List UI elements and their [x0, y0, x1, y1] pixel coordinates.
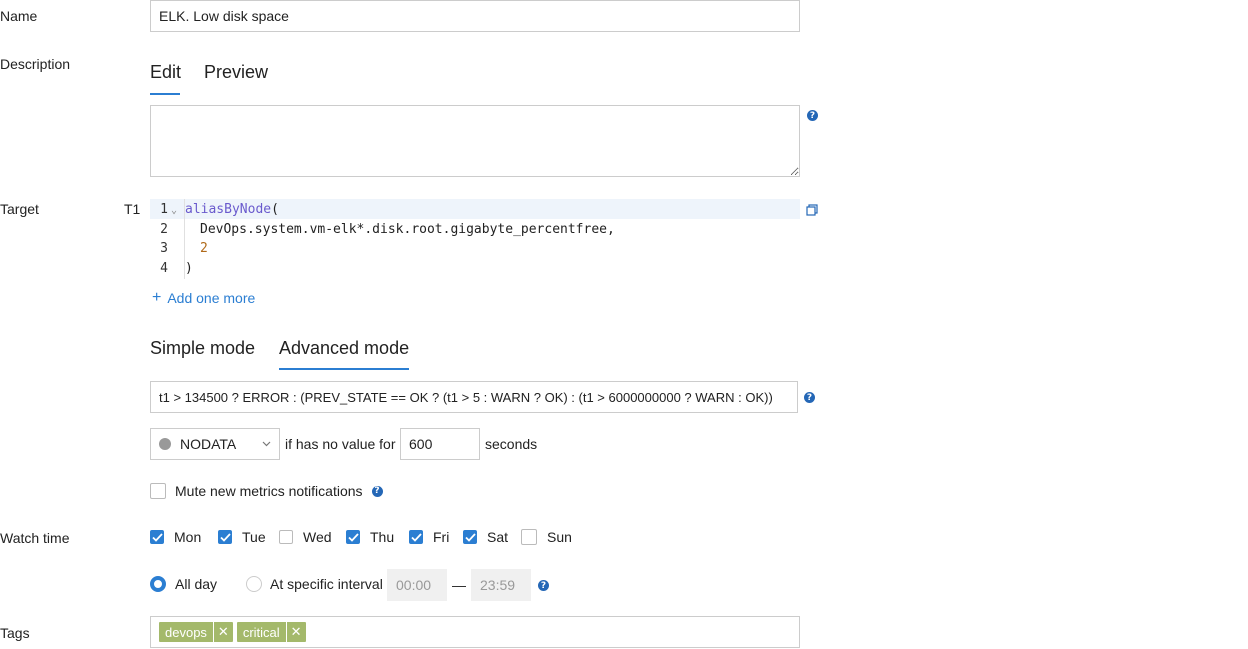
day-label: Sun: [547, 529, 572, 545]
code-line: aliasByNode(: [185, 202, 279, 217]
watch-time-label: Watch time: [0, 530, 70, 546]
day-fri[interactable]: Fri: [409, 529, 449, 545]
code-line: ): [185, 261, 193, 276]
tab-advanced-mode[interactable]: Advanced mode: [279, 338, 409, 359]
nodata-seconds-input[interactable]: 600: [400, 428, 480, 460]
description-textarea[interactable]: [150, 105, 800, 177]
plus-icon: +: [152, 289, 162, 306]
day-checkbox[interactable]: [409, 530, 423, 544]
interval-to-value: 23:59: [480, 577, 516, 593]
specific-interval-label: At specific interval: [270, 576, 383, 592]
mute-checkbox-row[interactable]: Mute new metrics notifications ?: [150, 483, 383, 499]
description-label: Description: [0, 56, 71, 72]
day-label: Tue: [242, 529, 266, 545]
tab-edit-underline: [150, 93, 180, 95]
expression-value: t1 > 134500 ? ERROR : (PREV_STATE == OK …: [159, 389, 773, 405]
nodata-text-before: if has no value for: [285, 436, 396, 452]
fold-chevron-icon[interactable]: ⌄: [171, 205, 177, 216]
mute-help-icon[interactable]: ?: [371, 485, 383, 497]
day-mon[interactable]: Mon: [150, 529, 201, 545]
tag-chip: devops ✕: [159, 622, 233, 642]
add-one-more-link[interactable]: + Add one more: [152, 289, 256, 307]
nodata-state-select[interactable]: NODATA: [150, 428, 280, 460]
copy-icon[interactable]: [806, 203, 818, 219]
tag-remove-icon[interactable]: ✕: [212, 622, 233, 642]
day-sat[interactable]: Sat: [463, 529, 508, 545]
name-input[interactable]: ELK. Low disk space: [150, 0, 800, 32]
tag-remove-icon[interactable]: ✕: [285, 622, 306, 642]
mute-checkbox[interactable]: [150, 483, 166, 499]
day-tue[interactable]: Tue: [218, 529, 266, 545]
day-checkbox[interactable]: [150, 530, 164, 544]
line-number: 1: [160, 202, 168, 217]
nodata-state-value: NODATA: [180, 436, 237, 452]
day-label: Sat: [487, 529, 509, 545]
name-label: Name: [0, 8, 38, 24]
interval-from-value: 00:00: [396, 577, 432, 593]
interval-to-input[interactable]: 23:59: [471, 569, 531, 601]
name-input-value: ELK. Low disk space: [159, 8, 289, 24]
tab-edit[interactable]: Edit: [150, 62, 181, 83]
tags-label: Tags: [0, 625, 30, 641]
tag-label: devops: [165, 624, 207, 640]
day-checkbox[interactable]: [463, 530, 477, 544]
keyword-token: aliasByNode: [185, 202, 272, 217]
day-checkbox[interactable]: [346, 530, 360, 544]
day-checkbox[interactable]: [279, 530, 293, 544]
expression-help-icon[interactable]: ?: [804, 392, 815, 403]
nodata-text-after: seconds: [485, 436, 538, 452]
interval-from-input[interactable]: 00:00: [387, 569, 447, 601]
day-wed[interactable]: Wed: [279, 529, 332, 545]
day-checkbox[interactable]: [521, 529, 537, 545]
expression-input[interactable]: t1 > 134500 ? ERROR : (PREV_STATE == OK …: [150, 381, 798, 413]
tab-simple-mode[interactable]: Simple mode: [150, 338, 255, 359]
code-line: 2: [200, 241, 208, 256]
all-day-label: All day: [175, 576, 218, 592]
line-number: 2: [160, 222, 168, 237]
add-one-more-label: Add one more: [167, 290, 256, 306]
day-label: Mon: [174, 529, 202, 545]
day-thu[interactable]: Thu: [346, 529, 394, 545]
tag-label: critical: [242, 624, 280, 640]
tab-preview[interactable]: Preview: [204, 62, 268, 83]
state-dot-icon: [159, 438, 171, 450]
specific-interval-radio-row[interactable]: At specific interval: [246, 576, 383, 592]
tab-advanced-underline: [279, 368, 409, 370]
target-code-editor[interactable]: 1 ⌄ aliasByNode( 2 DevOps.system.vm-elk*…: [150, 199, 800, 279]
day-label: Thu: [370, 529, 395, 545]
all-day-radio[interactable]: [150, 576, 166, 592]
day-sun[interactable]: Sun: [521, 529, 572, 545]
target-label: Target: [0, 201, 39, 217]
code-line: DevOps.system.vm-elk*.disk.root.gigabyte…: [200, 222, 615, 237]
all-day-radio-row[interactable]: All day: [150, 576, 217, 592]
day-label: Wed: [303, 529, 332, 545]
tag-chip: critical ✕: [236, 622, 306, 642]
mute-label: Mute new metrics notifications: [175, 483, 363, 499]
interval-help-icon[interactable]: ?: [538, 580, 549, 591]
line-number: 4: [160, 261, 168, 276]
specific-interval-radio[interactable]: [246, 576, 262, 592]
interval-dash: —: [452, 577, 466, 593]
tags-input[interactable]: devops ✕ critical ✕: [150, 616, 800, 648]
description-help-icon[interactable]: ?: [807, 110, 818, 121]
line-number: 3: [160, 241, 168, 256]
day-checkbox[interactable]: [218, 530, 232, 544]
day-label: Fri: [433, 529, 450, 545]
nodata-seconds-value: 600: [409, 436, 433, 452]
target-id: T1: [124, 201, 141, 217]
chevron-down-icon: [262, 438, 271, 450]
